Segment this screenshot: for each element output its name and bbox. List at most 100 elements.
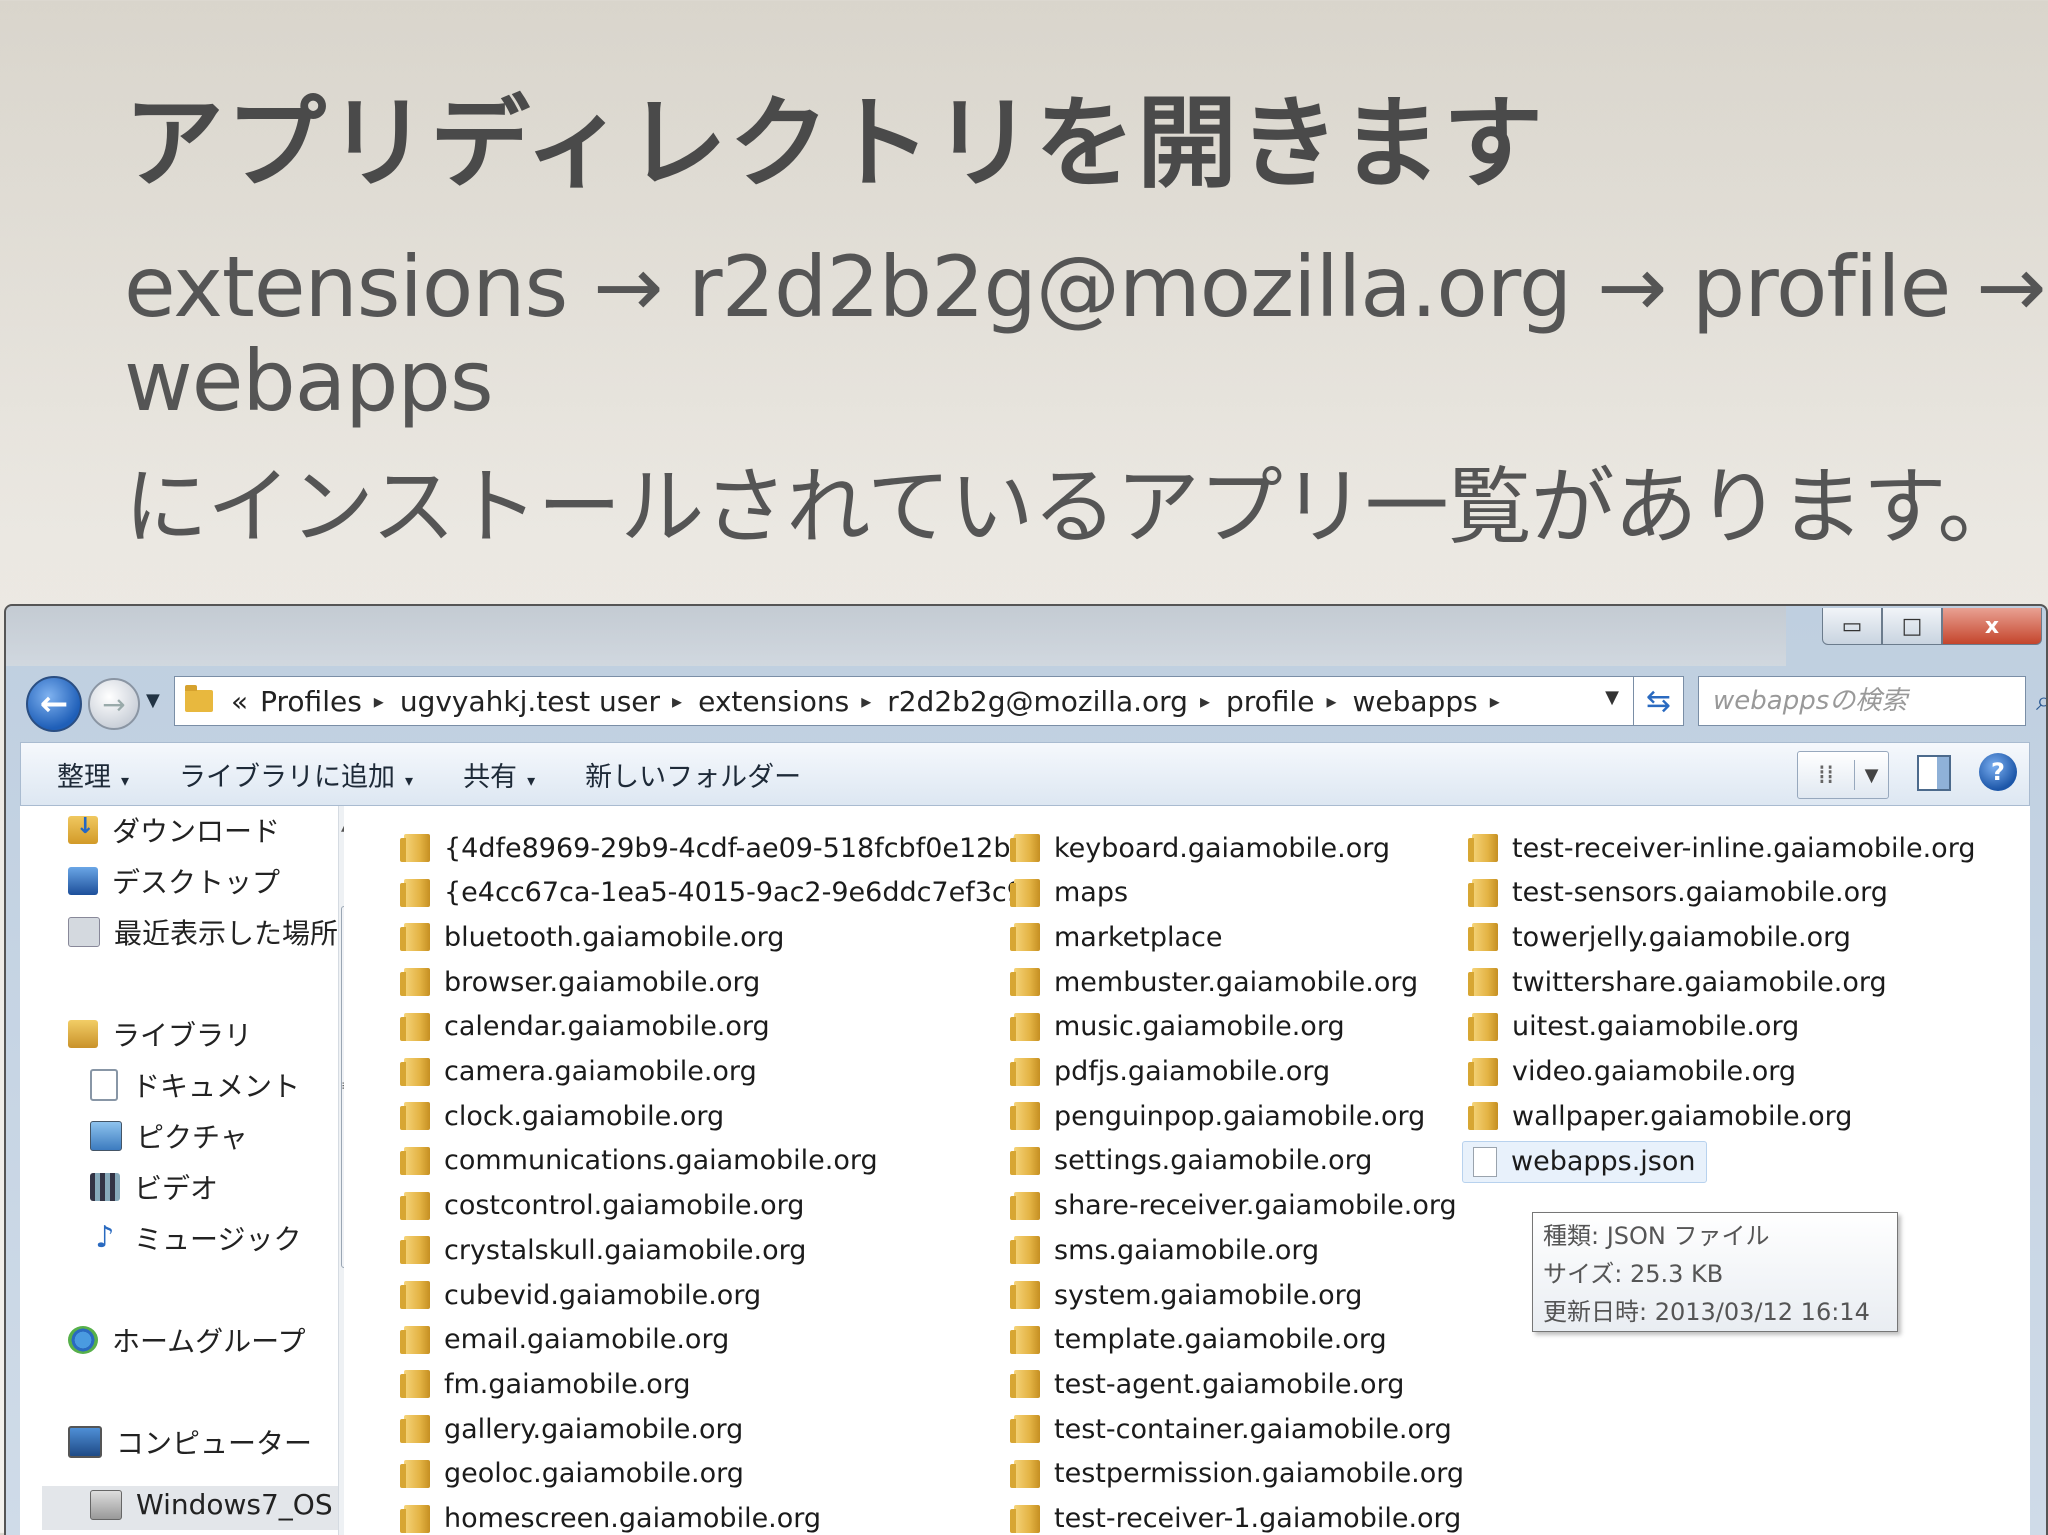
folder-name: video.gaiamobile.org: [1512, 1056, 1796, 1087]
folder-icon: [1014, 1370, 1040, 1398]
folder-item[interactable]: cubevid.gaiamobile.org: [404, 1275, 761, 1315]
back-button[interactable]: ←: [26, 676, 82, 732]
folder-item[interactable]: {e4cc67ca-1ea5-4015-9ac2-9e6ddc7ef3c9}: [404, 873, 1041, 913]
nav-item-recent[interactable]: 最近表示した場所: [68, 912, 338, 952]
folder-item[interactable]: homescreen.gaiamobile.org: [404, 1499, 821, 1535]
nav-item-homegroup[interactable]: ホームグループ: [68, 1320, 305, 1360]
history-dropdown-icon[interactable]: ▼: [146, 690, 160, 711]
folder-item[interactable]: membuster.gaiamobile.org: [1014, 962, 1418, 1002]
folder-item[interactable]: camera.gaiamobile.org: [404, 1052, 757, 1092]
folder-name: uitest.gaiamobile.org: [1512, 1011, 1799, 1042]
preview-pane-icon[interactable]: [1917, 755, 1951, 791]
folder-item[interactable]: music.gaiamobile.org: [1014, 1007, 1345, 1047]
folder-item[interactable]: system.gaiamobile.org: [1014, 1275, 1362, 1315]
folder-item[interactable]: pdfjs.gaiamobile.org: [1014, 1052, 1330, 1092]
breadcrumb-chevron-icon[interactable]: ▸: [1200, 689, 1210, 713]
file-item-webapps-json[interactable]: webapps.json: [1462, 1141, 1707, 1183]
recent-places-icon: [68, 917, 100, 947]
folder-name: music.gaiamobile.org: [1054, 1011, 1345, 1042]
chevron-down-icon: ▾: [121, 771, 129, 790]
folder-item[interactable]: keyboard.gaiamobile.org: [1014, 828, 1390, 868]
breadcrumb-item[interactable]: r2d2b2g@mozilla.org: [887, 685, 1188, 718]
folder-item[interactable]: penguinpop.gaiamobile.org: [1014, 1096, 1425, 1136]
breadcrumb-chevron-icon[interactable]: ▸: [1326, 689, 1336, 713]
breadcrumb-chevron-icon[interactable]: ▸: [1490, 689, 1500, 713]
nav-item-os-drive[interactable]: Windows7_OS (: [90, 1488, 336, 1521]
folder-item[interactable]: fm.gaiamobile.org: [404, 1364, 691, 1404]
folder-item[interactable]: video.gaiamobile.org: [1472, 1052, 1796, 1092]
folder-item[interactable]: email.gaiamobile.org: [404, 1320, 729, 1360]
folder-item[interactable]: browser.gaiamobile.org: [404, 962, 760, 1002]
folder-item[interactable]: clock.gaiamobile.org: [404, 1096, 724, 1136]
file-list: {4dfe8969-29b9-4cdf-ae09-518fcbf0e12b} {e…: [344, 806, 2030, 1535]
close-button[interactable]: x: [1942, 608, 2042, 645]
folder-icon: [1014, 1326, 1040, 1354]
folder-name: marketplace: [1054, 922, 1222, 953]
new-folder-button[interactable]: 新しいフォルダー: [585, 755, 801, 794]
nav-item-downloads[interactable]: ダウンロード: [68, 810, 280, 850]
drive-icon: [90, 1490, 122, 1520]
breadcrumb-item[interactable]: webapps: [1352, 685, 1477, 718]
folder-item[interactable]: twittershare.gaiamobile.org: [1472, 962, 1887, 1002]
folder-name: template.gaiamobile.org: [1054, 1324, 1387, 1355]
nav-item-desktop[interactable]: デスクトップ: [68, 861, 280, 901]
folder-item[interactable]: costcontrol.gaiamobile.org: [404, 1186, 804, 1226]
folder-item[interactable]: test-receiver-1.gaiamobile.org: [1014, 1499, 1461, 1535]
minimize-button[interactable]: ▭: [1822, 608, 1882, 645]
refresh-button[interactable]: ⇆: [1634, 676, 1684, 726]
folder-item[interactable]: test-agent.gaiamobile.org: [1014, 1364, 1404, 1404]
folder-item[interactable]: test-sensors.gaiamobile.org: [1472, 873, 1888, 913]
share-button[interactable]: 共有▾: [463, 755, 535, 794]
view-options-button[interactable]: ⁞⁞▼: [1797, 751, 1889, 799]
breadcrumb-item[interactable]: Profiles: [260, 685, 362, 718]
address-dropdown-icon[interactable]: ▼: [1605, 687, 1619, 708]
maximize-button[interactable]: □: [1882, 608, 1942, 645]
forward-button[interactable]: →: [88, 678, 140, 730]
folder-item[interactable]: communications.gaiamobile.org: [404, 1141, 878, 1181]
chevron-down-icon[interactable]: ▼: [1855, 765, 1888, 786]
folder-item[interactable]: settings.gaiamobile.org: [1014, 1141, 1372, 1181]
folder-item[interactable]: test-container.gaiamobile.org: [1014, 1409, 1452, 1449]
search-box[interactable]: ⌕: [1698, 676, 2026, 726]
folder-item[interactable]: template.gaiamobile.org: [1014, 1320, 1387, 1360]
search-input[interactable]: [1699, 685, 2036, 717]
address-bar[interactable]: « Profiles ▸ ugvyahkj.test user ▸ extens…: [174, 676, 1634, 726]
folder-item[interactable]: {4dfe8969-29b9-4cdf-ae09-518fcbf0e12b}: [404, 828, 1028, 868]
help-icon[interactable]: ?: [1979, 753, 2017, 791]
folder-item[interactable]: geoloc.gaiamobile.org: [404, 1454, 744, 1494]
folder-item[interactable]: crystalskull.gaiamobile.org: [404, 1230, 806, 1270]
folder-item[interactable]: maps: [1014, 873, 1128, 913]
folder-item[interactable]: share-receiver.gaiamobile.org: [1014, 1186, 1457, 1226]
folder-name: keyboard.gaiamobile.org: [1054, 833, 1390, 864]
libraries-icon: [68, 1020, 98, 1048]
folder-item[interactable]: sms.gaiamobile.org: [1014, 1230, 1319, 1270]
folder-item[interactable]: uitest.gaiamobile.org: [1472, 1007, 1799, 1047]
folder-item[interactable]: wallpaper.gaiamobile.org: [1472, 1096, 1852, 1136]
breadcrumb-chevron-icon[interactable]: ▸: [861, 689, 871, 713]
nav-item-libraries[interactable]: ライブラリ: [68, 1014, 252, 1054]
nav-item-documents[interactable]: ドキュメント: [90, 1065, 300, 1105]
breadcrumb-item[interactable]: ugvyahkj.test user: [400, 685, 660, 718]
folder-name: sms.gaiamobile.org: [1054, 1235, 1319, 1266]
breadcrumb-chevron-icon[interactable]: ▸: [672, 689, 682, 713]
folder-icon: [404, 1058, 430, 1086]
overflow-chevron[interactable]: «: [231, 685, 248, 718]
organize-button[interactable]: 整理▾: [57, 755, 129, 794]
folder-item[interactable]: testpermission.gaiamobile.org: [1014, 1454, 1464, 1494]
breadcrumb-chevron-icon[interactable]: ▸: [374, 689, 384, 713]
nav-item-music[interactable]: ♪ミュージック: [90, 1218, 301, 1258]
nav-item-computer[interactable]: コンピューター: [68, 1422, 312, 1462]
folder-item[interactable]: marketplace: [1014, 917, 1222, 957]
search-icon[interactable]: ⌕: [2036, 684, 2048, 718]
breadcrumb-item[interactable]: profile: [1226, 685, 1314, 718]
nav-item-videos[interactable]: ビデオ: [90, 1167, 218, 1207]
nav-item-pictures[interactable]: ピクチャ: [90, 1116, 248, 1156]
folder-item[interactable]: bluetooth.gaiamobile.org: [404, 917, 784, 957]
folder-item[interactable]: calendar.gaiamobile.org: [404, 1007, 770, 1047]
breadcrumb-item[interactable]: extensions: [698, 685, 849, 718]
folder-item[interactable]: gallery.gaiamobile.org: [404, 1409, 743, 1449]
folder-item[interactable]: test-receiver-inline.gaiamobile.org: [1472, 828, 1975, 868]
folder-icon: [1014, 879, 1040, 907]
add-to-library-button[interactable]: ライブラリに追加▾: [179, 755, 413, 794]
folder-item[interactable]: towerjelly.gaiamobile.org: [1472, 917, 1851, 957]
